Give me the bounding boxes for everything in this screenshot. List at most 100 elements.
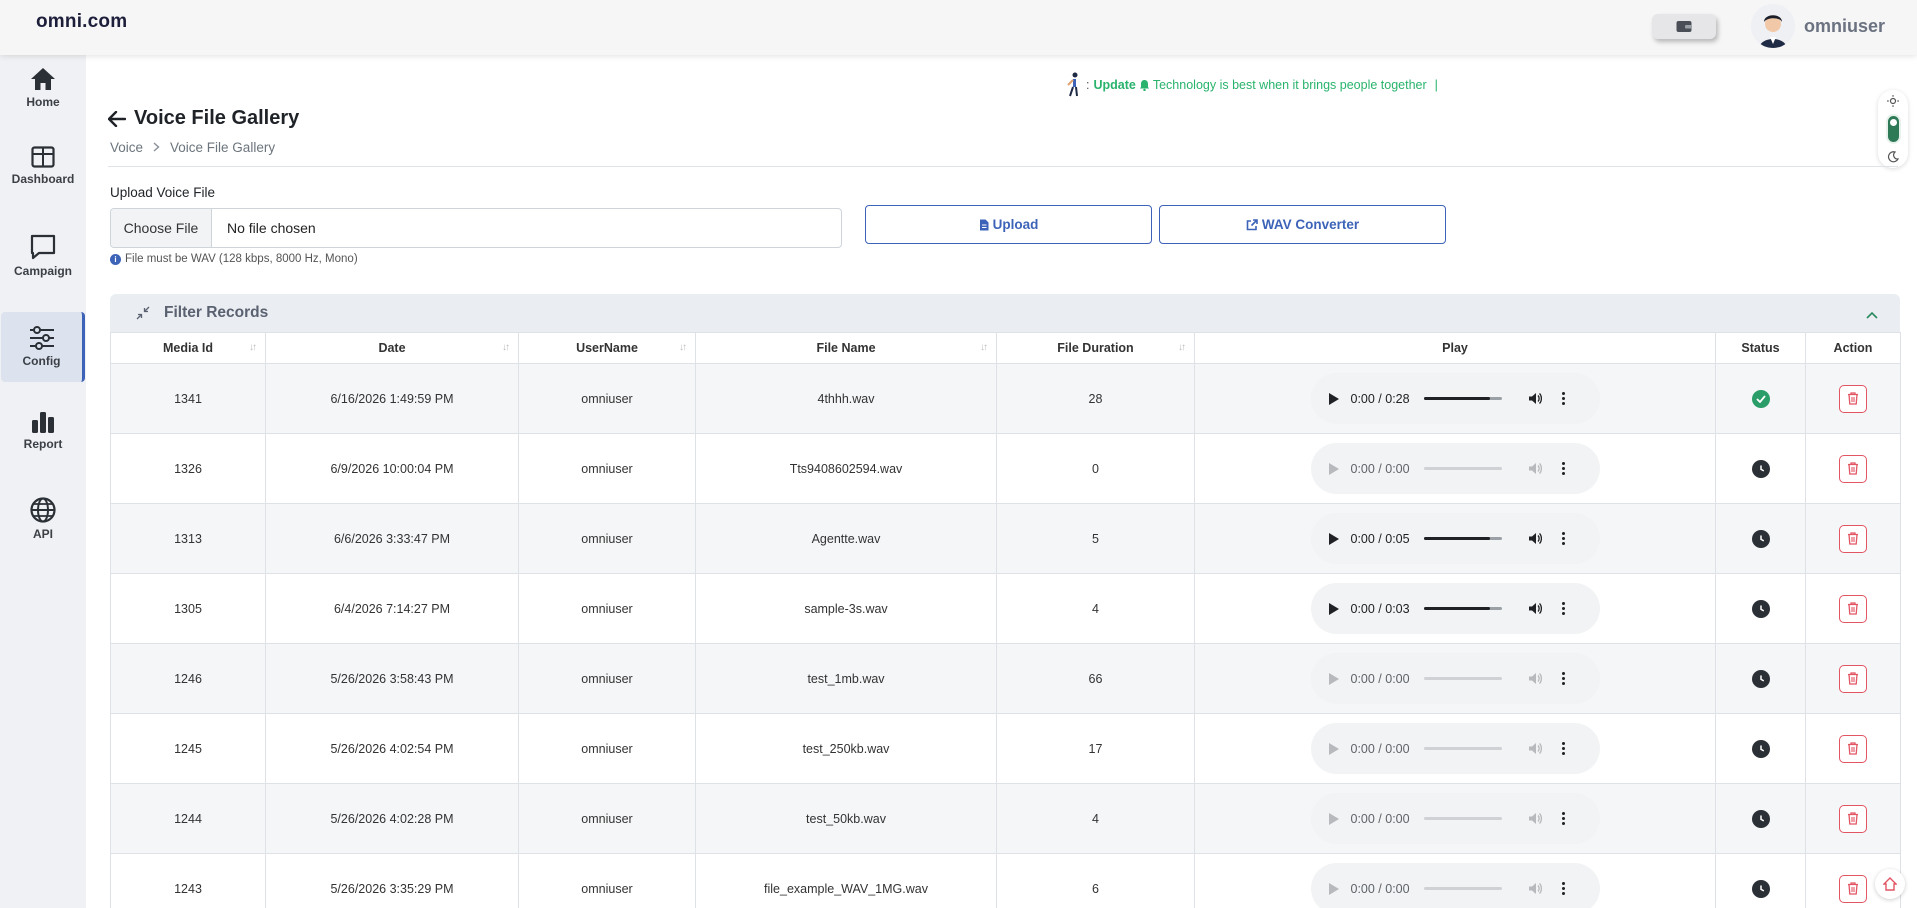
volume-icon[interactable] (1528, 882, 1542, 895)
audio-progress-slider[interactable] (1423, 817, 1502, 820)
cell-username: omniuser (518, 573, 696, 644)
audio-player[interactable]: 0:00 / 0:05 (1310, 513, 1600, 564)
column-header-file-name[interactable]: File Name ↓↑ (695, 332, 997, 364)
more-options-icon[interactable] (1561, 742, 1565, 755)
audio-progress-slider[interactable] (1423, 397, 1502, 400)
cell-status (1715, 573, 1806, 644)
more-options-icon[interactable] (1561, 882, 1565, 895)
breadcrumb-voice[interactable]: Voice (110, 140, 143, 155)
column-header-username[interactable]: UserName ↓↑ (518, 332, 696, 364)
volume-icon[interactable] (1528, 742, 1542, 755)
cell-status (1715, 643, 1806, 714)
file-input[interactable]: Choose File No file chosen (110, 208, 842, 248)
more-options-icon[interactable] (1561, 602, 1565, 615)
wav-converter-button[interactable]: WAV Converter (1159, 205, 1446, 244)
play-icon[interactable] (1328, 812, 1339, 825)
home-icon (31, 68, 55, 90)
cell-file-name: sample-3s.wav (695, 573, 997, 644)
column-header-date[interactable]: Date ↓↑ (265, 332, 519, 364)
audio-player[interactable]: 0:00 / 0:00 (1310, 653, 1600, 704)
delete-button[interactable] (1839, 384, 1867, 413)
volume-icon[interactable] (1528, 532, 1542, 545)
delete-button[interactable] (1839, 734, 1867, 763)
username-label[interactable]: omniuser (1804, 16, 1885, 37)
wallet-button[interactable] (1652, 14, 1716, 39)
cell-file-duration: 17 (996, 713, 1195, 784)
audio-progress-slider[interactable] (1423, 467, 1502, 470)
sort-icon[interactable]: ↓↑ (679, 342, 687, 353)
choose-file-button[interactable]: Choose File (111, 209, 212, 247)
volume-icon[interactable] (1528, 392, 1542, 405)
more-options-icon[interactable] (1561, 462, 1565, 475)
sort-icon[interactable]: ↓↑ (502, 342, 510, 353)
delete-button[interactable] (1839, 874, 1867, 903)
sidebar-item-report[interactable]: Report (0, 411, 86, 451)
delete-button[interactable] (1839, 524, 1867, 553)
play-icon[interactable] (1328, 392, 1339, 405)
audio-player[interactable]: 0:00 / 0:00 (1310, 443, 1600, 494)
more-options-icon[interactable] (1561, 672, 1565, 685)
delete-button[interactable] (1839, 804, 1867, 833)
avatar[interactable] (1751, 4, 1795, 48)
delete-button[interactable] (1839, 664, 1867, 693)
more-options-icon[interactable] (1561, 392, 1565, 405)
table-row: 1326 6/9/2026 10:00:04 PM omniuser Tts94086… (110, 433, 1901, 504)
play-icon[interactable] (1328, 532, 1339, 545)
audio-player[interactable]: 0:00 / 0:00 (1310, 793, 1600, 844)
more-options-icon[interactable] (1561, 812, 1565, 825)
cell-file-name: test_50kb.wav (695, 783, 997, 854)
chevron-up-icon[interactable] (1866, 306, 1878, 324)
volume-icon[interactable] (1528, 672, 1542, 685)
sidebar-item-config[interactable]: Config (1, 312, 85, 382)
audio-player[interactable]: 0:00 / 0:00 (1310, 723, 1600, 774)
play-icon[interactable] (1328, 462, 1339, 475)
volume-icon[interactable] (1528, 602, 1542, 615)
sort-icon[interactable]: ↓↑ (1178, 342, 1186, 353)
trash-icon (1848, 602, 1858, 615)
play-icon[interactable] (1328, 882, 1339, 895)
audio-progress-slider[interactable] (1423, 887, 1502, 890)
upload-hint: i File must be WAV (128 kbps, 8000 Hz, M… (110, 253, 358, 265)
volume-icon[interactable] (1528, 462, 1542, 475)
audio-progress-slider[interactable] (1423, 677, 1502, 680)
column-header-file-duration[interactable]: File Duration ↓↑ (996, 332, 1195, 364)
filter-records-header[interactable]: Filter Records (110, 294, 1900, 332)
sidebar-item-campaign[interactable]: Campaign (0, 234, 86, 278)
cell-username: omniuser (518, 433, 696, 504)
update-ticker: : Update Technology is best when it brin… (1064, 72, 1438, 98)
audio-progress-slider[interactable] (1423, 747, 1502, 750)
delete-button[interactable] (1839, 454, 1867, 483)
sort-icon[interactable]: ↓↑ (249, 342, 257, 353)
sidebar-item-dashboard[interactable]: Dashboard (0, 146, 86, 186)
back-arrow-icon[interactable] (108, 110, 126, 127)
theme-toggle[interactable] (1878, 90, 1908, 168)
audio-player[interactable]: 0:00 / 0:03 (1310, 583, 1600, 634)
campaign-icon (30, 234, 56, 260)
audio-player[interactable]: 0:00 / 0:28 (1310, 373, 1600, 424)
sidebar-item-home[interactable]: Home (0, 67, 86, 109)
audio-progress-slider[interactable] (1423, 537, 1502, 540)
play-icon[interactable] (1328, 602, 1339, 615)
play-icon[interactable] (1328, 742, 1339, 755)
volume-icon[interactable] (1528, 812, 1542, 825)
column-header-media-id[interactable]: Media Id ↓↑ (110, 332, 266, 364)
cell-username: omniuser (518, 783, 696, 854)
audio-progress-slider[interactable] (1423, 607, 1502, 610)
audio-player[interactable]: 0:00 / 0:00 (1310, 863, 1600, 908)
audio-volume-level (1423, 607, 1490, 610)
more-options-icon[interactable] (1561, 532, 1565, 545)
ticker-message: Technology is best when it brings people… (1152, 78, 1427, 92)
cell-username: omniuser (518, 853, 696, 908)
cell-media-id: 1243 (110, 853, 266, 908)
external-link-icon (1246, 218, 1258, 230)
play-icon[interactable] (1328, 672, 1339, 685)
sidebar-item-label: Dashboard (11, 172, 75, 186)
sidebar-item-api[interactable]: API (0, 497, 86, 541)
scroll-top-button[interactable] (1875, 869, 1905, 899)
brand-logo[interactable]: omni.com (36, 11, 127, 33)
cell-status (1715, 713, 1806, 784)
upload-button[interactable]: Upload (865, 205, 1152, 244)
delete-button[interactable] (1839, 594, 1867, 623)
sort-icon[interactable]: ↓↑ (980, 342, 988, 353)
theme-toggle-knob[interactable] (1885, 114, 1901, 144)
